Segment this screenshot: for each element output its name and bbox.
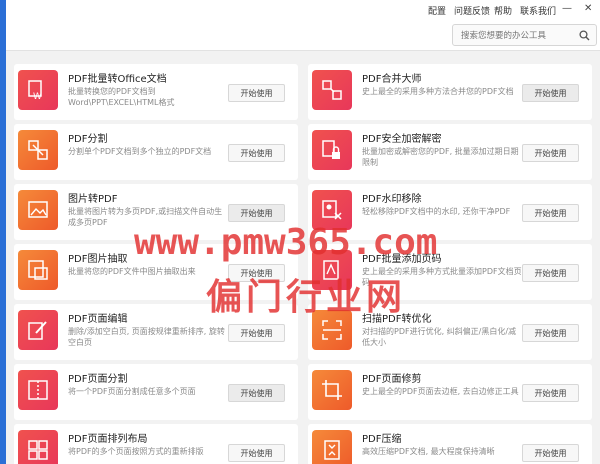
card-title: PDF页面编辑 — [68, 314, 128, 325]
start-button[interactable]: 开始使用 — [522, 444, 579, 462]
card-desc: 对扫描的PDF进行优化, 纠斜偏正/黑白化/减低大小 — [362, 327, 517, 347]
svg-text:W: W — [33, 92, 42, 101]
card-desc: 批量转换您的PDF文档到Word\PPT\EXCEL\HTML格式 — [68, 87, 175, 107]
word-convert-icon: W — [18, 70, 58, 110]
start-button[interactable]: 开始使用 — [228, 144, 285, 162]
search-icon[interactable] — [579, 30, 590, 41]
card-desc: 分割单个PDF文档到多个独立的PDF文档 — [68, 147, 212, 156]
tool-card-encrypt: PDF安全加密解密 批量加密或解密您的PDF, 批量添加过期日期限制 开始使用 — [308, 124, 592, 180]
tool-card-compress: PDF压缩 高效压缩PDF文档, 最大程度保持清晰 开始使用 — [308, 424, 592, 464]
card-title: PDF页面排列布局 — [68, 434, 148, 445]
card-title: PDF页面修剪 — [362, 374, 422, 385]
card-title: PDF水印移除 — [362, 194, 422, 205]
tool-card-pdf-to-office: W PDF批量转Office文档 批量转换您的PDF文档到Word\PPT\EX… — [14, 64, 298, 120]
start-button[interactable]: 开始使用 — [522, 144, 579, 162]
page-split-icon — [18, 370, 58, 410]
menu-contact[interactable]: 联系我们 — [520, 4, 556, 17]
card-desc: 高效压缩PDF文档, 最大程度保持清晰 — [362, 447, 495, 456]
tool-card-page-layout: PDF页面排列布局 将PDF的多个页面按照方式的重新排版 开始使用 — [14, 424, 298, 464]
split-icon — [18, 130, 58, 170]
menu-config[interactable]: 配置 — [428, 4, 446, 17]
tool-card-page-split: PDF页面分割 将一个PDF页面分割成任意多个页面 开始使用 — [14, 364, 298, 420]
card-title: PDF安全加密解密 — [362, 134, 442, 145]
card-title: PDF压缩 — [362, 434, 402, 445]
card-title: PDF图片抽取 — [68, 254, 128, 265]
start-button[interactable]: 开始使用 — [228, 444, 285, 462]
layout-icon — [18, 430, 58, 464]
start-button[interactable]: 开始使用 — [522, 84, 579, 102]
tool-card-split: PDF分割 分割单个PDF文档到多个独立的PDF文档 开始使用 — [14, 124, 298, 180]
menu-help[interactable]: 帮助 — [494, 4, 512, 17]
crop-icon — [312, 370, 352, 410]
edit-icon — [18, 310, 58, 350]
lock-icon — [312, 130, 352, 170]
image-extract-icon — [18, 250, 58, 290]
app-window: 配置 问题反馈 帮助 联系我们 — ✕ W PDF批量转Office文档 批量转… — [0, 0, 600, 464]
compress-icon — [312, 430, 352, 464]
card-title: PDF页面分割 — [68, 374, 128, 385]
card-title: PDF合并大师 — [362, 74, 422, 85]
card-title: 图片转PDF — [68, 194, 118, 205]
start-button[interactable]: 开始使用 — [228, 384, 285, 402]
start-button[interactable]: 开始使用 — [522, 324, 579, 342]
menu-feedback[interactable]: 问题反馈 — [454, 4, 490, 17]
card-desc: 将PDF的多个页面按照方式的重新排版 — [68, 447, 204, 456]
tool-card-merge: PDF合并大师 史上最全的采用多种方法合并您的PDF文档 开始使用 — [308, 64, 592, 120]
card-title: PDF分割 — [68, 134, 108, 145]
start-button[interactable]: 开始使用 — [228, 84, 285, 102]
card-desc: 史上最全的PDF页面去边框, 去白边修正工具 — [362, 387, 519, 396]
merge-icon — [312, 70, 352, 110]
card-desc: 批量加密或解密您的PDF, 批量添加过期日期限制 — [362, 147, 519, 167]
card-title: PDF批量转Office文档 — [68, 74, 167, 85]
start-button[interactable]: 开始使用 — [522, 264, 579, 282]
watermark-url: www.pmw365.com — [134, 222, 438, 263]
start-button[interactable]: 开始使用 — [228, 204, 285, 222]
card-desc: 将一个PDF页面分割成任意多个页面 — [68, 387, 196, 396]
watermark-text: 偏门行业网 — [206, 277, 407, 318]
start-button[interactable]: 开始使用 — [228, 324, 285, 342]
search-input[interactable] — [459, 27, 575, 45]
title-bar: 配置 问题反馈 帮助 联系我们 — ✕ — [6, 0, 600, 20]
card-desc: 史上最全的采用多种方法合并您的PDF文档 — [362, 87, 514, 96]
minimize-icon[interactable]: — — [562, 3, 572, 14]
start-button[interactable]: 开始使用 — [522, 384, 579, 402]
tool-card-page-crop: PDF页面修剪 史上最全的PDF页面去边框, 去白边修正工具 开始使用 — [308, 364, 592, 420]
close-icon[interactable]: ✕ — [584, 3, 592, 14]
start-button[interactable]: 开始使用 — [522, 204, 579, 222]
toolbar — [6, 20, 600, 51]
card-desc: 删除/添加空白页, 页面按规律重新排序, 旋转空白页 — [68, 327, 225, 347]
search-box — [452, 24, 597, 46]
image-icon — [18, 190, 58, 230]
card-desc: 批量将您的PDF文件中图片抽取出来 — [68, 267, 196, 276]
card-desc: 轻松移除PDF文档中的水印, 还你干净PDF — [362, 207, 511, 216]
